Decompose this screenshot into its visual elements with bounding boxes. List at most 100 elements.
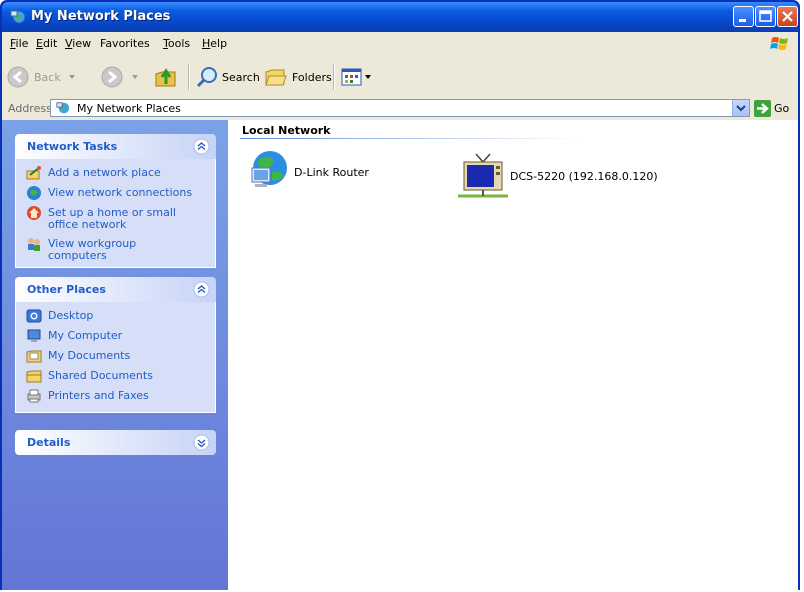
window-title: My Network Places <box>31 9 171 24</box>
task-setup-home-network-label: Set up a home or small office network <box>48 206 176 231</box>
explorer-window: My Network Places File Edit View Favorit… <box>0 0 800 590</box>
network-tasks-panel: Network Tasks Add a network place View n… <box>15 134 216 268</box>
task-view-network-connections[interactable]: View network connections <box>16 185 215 204</box>
place-shared-documents[interactable]: Shared Documents <box>16 368 215 387</box>
details-header[interactable]: Details <box>15 430 216 455</box>
standard-toolbar: Back Search Folders <box>2 56 798 99</box>
task-add-network-place-label: Add a network place <box>48 166 161 179</box>
collapse-chevron-up-icon[interactable] <box>193 138 210 155</box>
back-button[interactable]: Back <box>6 63 77 91</box>
toolbar-separator <box>333 64 335 90</box>
menu-tools[interactable]: Tools <box>163 37 190 50</box>
close-icon <box>782 11 793 22</box>
menu-view-rest: iew <box>72 37 92 50</box>
search-icon <box>196 67 217 88</box>
address-label: Address <box>8 102 52 115</box>
close-button[interactable] <box>777 6 798 27</box>
menu-favorites-label: Favorites <box>100 37 150 50</box>
menu-favorites[interactable]: Favorites <box>100 37 150 50</box>
network-item-label: DCS-5220 (192.168.0.120) <box>510 169 658 183</box>
menu-edit-rest: dit <box>42 37 58 50</box>
place-desktop[interactable]: Desktop <box>16 308 215 327</box>
other-places-list: Desktop My Computer My Documents Shared … <box>15 302 216 413</box>
network-tasks-title: Network Tasks <box>27 140 118 153</box>
folders-icon <box>265 69 287 86</box>
shared-folder-icon <box>26 370 42 383</box>
desktop-icon <box>26 309 42 323</box>
network-globe-icon <box>251 151 287 187</box>
my-documents-icon <box>26 350 42 363</box>
printer-icon <box>27 389 41 403</box>
home-network-icon <box>27 206 41 220</box>
menu-file[interactable]: File <box>10 37 28 50</box>
address-dropdown-button[interactable] <box>732 100 749 116</box>
network-camera-tv-icon <box>458 153 508 198</box>
back-dropdown-icon <box>68 75 75 79</box>
task-view-workgroup-computers-label: View workgroup computers <box>48 237 137 262</box>
network-item-label: D-Link Router <box>294 165 369 179</box>
windows-logo-icon <box>770 37 788 50</box>
network-tasks-list: Add a network place View network connect… <box>15 159 216 268</box>
folders-label: Folders <box>292 70 332 84</box>
details-panel: Details <box>15 430 216 455</box>
chevron-down-icon <box>736 105 746 112</box>
maximize-button[interactable] <box>755 6 776 27</box>
back-label: Back <box>34 70 61 84</box>
group-header-local-network: Local Network <box>242 124 331 137</box>
forward-arrow-icon <box>101 66 123 88</box>
go-arrow-icon <box>754 99 771 117</box>
address-bar: Address My Network Places Go <box>2 98 798 121</box>
views-button[interactable] <box>340 63 372 91</box>
group-divider <box>240 138 580 139</box>
address-input[interactable]: My Network Places <box>50 99 750 117</box>
search-label: Search <box>222 70 260 84</box>
back-arrow-icon <box>7 66 29 88</box>
minimize-icon <box>739 19 746 22</box>
title-bar[interactable]: My Network Places <box>2 2 798 32</box>
menu-help-rest: elp <box>210 37 228 50</box>
task-view-workgroup-computers[interactable]: View workgroup computers <box>16 236 215 262</box>
network-connections-icon <box>27 186 41 200</box>
menu-bar: File Edit View Favorites Tools Help <box>2 32 798 57</box>
up-folder-button[interactable] <box>153 63 179 91</box>
task-add-network-place[interactable]: Add a network place <box>16 165 215 184</box>
menu-view[interactable]: View <box>65 37 91 50</box>
folders-button[interactable]: Folders <box>264 63 332 91</box>
menu-tools-rest: ools <box>167 37 191 50</box>
views-icon <box>341 68 362 86</box>
go-label: Go <box>774 101 790 115</box>
menu-help[interactable]: Help <box>202 37 227 50</box>
network-tasks-header[interactable]: Network Tasks <box>15 134 216 159</box>
other-places-header[interactable]: Other Places <box>15 277 216 302</box>
network-places-icon <box>56 102 70 114</box>
place-my-computer[interactable]: My Computer <box>16 328 215 347</box>
place-shared-documents-label: Shared Documents <box>48 369 153 382</box>
search-button[interactable]: Search <box>196 63 260 91</box>
minimize-button[interactable] <box>733 6 754 27</box>
place-my-documents-label: My Documents <box>48 349 131 362</box>
workgroup-icon <box>28 238 40 251</box>
file-view: Local Network D-Link Router DCS-5220 (19… <box>228 120 798 590</box>
place-printers-faxes-label: Printers and Faxes <box>48 389 149 402</box>
expand-chevron-down-icon[interactable] <box>193 434 210 451</box>
task-pane: Network Tasks Add a network place View n… <box>2 120 228 590</box>
up-folder-icon <box>155 68 176 87</box>
forward-button[interactable] <box>100 63 140 91</box>
maximize-icon <box>759 10 772 22</box>
network-item-dcs-5220[interactable]: DCS-5220 (192.168.0.120) <box>458 152 658 200</box>
other-places-title: Other Places <box>27 283 106 296</box>
views-dropdown-icon <box>365 75 371 79</box>
task-view-network-connections-label: View network connections <box>48 186 193 199</box>
menu-edit[interactable]: Edit <box>36 37 57 50</box>
collapse-chevron-up-icon[interactable] <box>193 281 210 298</box>
place-desktop-label: Desktop <box>48 309 94 322</box>
go-button[interactable]: Go <box>754 99 789 117</box>
toolbar-separator <box>188 64 190 90</box>
place-my-documents[interactable]: My Documents <box>16 348 215 367</box>
task-setup-home-network[interactable]: Set up a home or small office network <box>16 205 215 235</box>
menu-edit-accel: E <box>36 37 43 50</box>
place-my-computer-label: My Computer <box>48 329 123 342</box>
network-item-dlink-router[interactable]: D-Link Router <box>244 148 369 196</box>
details-title: Details <box>27 436 71 449</box>
place-printers-faxes[interactable]: Printers and Faxes <box>16 388 215 407</box>
